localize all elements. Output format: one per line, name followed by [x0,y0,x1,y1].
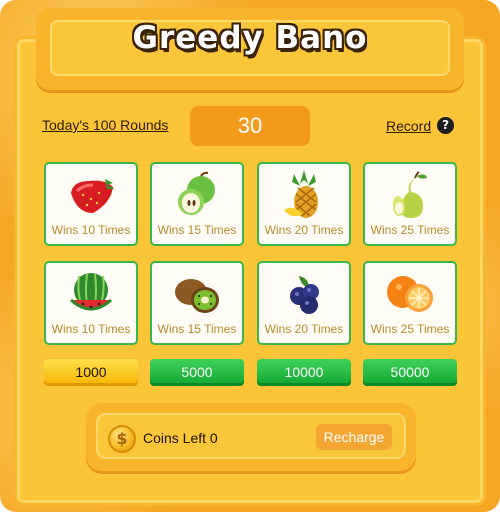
bet-button-5000[interactable]: 5000 [150,359,244,386]
round-counter: 30 [190,106,310,146]
card-label: Wins 10 Times [51,223,131,237]
bet-button-10000[interactable]: 10000 [257,359,351,386]
card-label: Wins 25 Times [370,322,450,336]
record-link[interactable]: Record ? [386,117,455,134]
card-label: Wins 10 Times [51,322,131,336]
card-apple[interactable]: Wins 15 Times [150,162,244,246]
game-title: Greedy Bano [132,20,368,56]
recharge-button[interactable]: Recharge [316,424,392,450]
card-watermelon[interactable]: Wins 10 Times [44,261,138,345]
strawberry-icon [46,170,136,220]
orange-icon [365,269,455,319]
card-label: Wins 15 Times [157,322,237,336]
card-label: Wins 25 Times [370,223,450,237]
card-kiwi[interactable]: Wins 15 Times [150,261,244,345]
record-label: Record [386,117,432,134]
coins-left-text: Coins Left 0 [143,430,218,446]
pineapple-icon [259,170,349,220]
card-orange[interactable]: Wins 25 Times [363,261,457,345]
card-pineapple[interactable]: Wins 20 Times [257,162,351,246]
pear-icon [365,170,455,220]
blueberry-icon [259,269,349,319]
rounds-link[interactable]: Today's 100 Rounds [42,117,168,133]
bet-button-50000[interactable]: 50000 [363,359,457,386]
card-label: Wins 20 Times [264,322,344,336]
apple-icon [152,170,242,220]
card-label: Wins 20 Times [264,223,344,237]
card-blueberry[interactable]: Wins 20 Times [257,261,351,345]
watermelon-icon [46,269,136,319]
coin-icon: $ [108,425,136,453]
card-strawberry[interactable]: Wins 10 Times [44,162,138,246]
bet-button-1000[interactable]: 1000 [44,359,138,386]
card-pear[interactable]: Wins 25 Times [363,162,457,246]
help-icon[interactable]: ? [437,117,455,134]
kiwi-icon [152,269,242,319]
card-label: Wins 15 Times [157,223,237,237]
